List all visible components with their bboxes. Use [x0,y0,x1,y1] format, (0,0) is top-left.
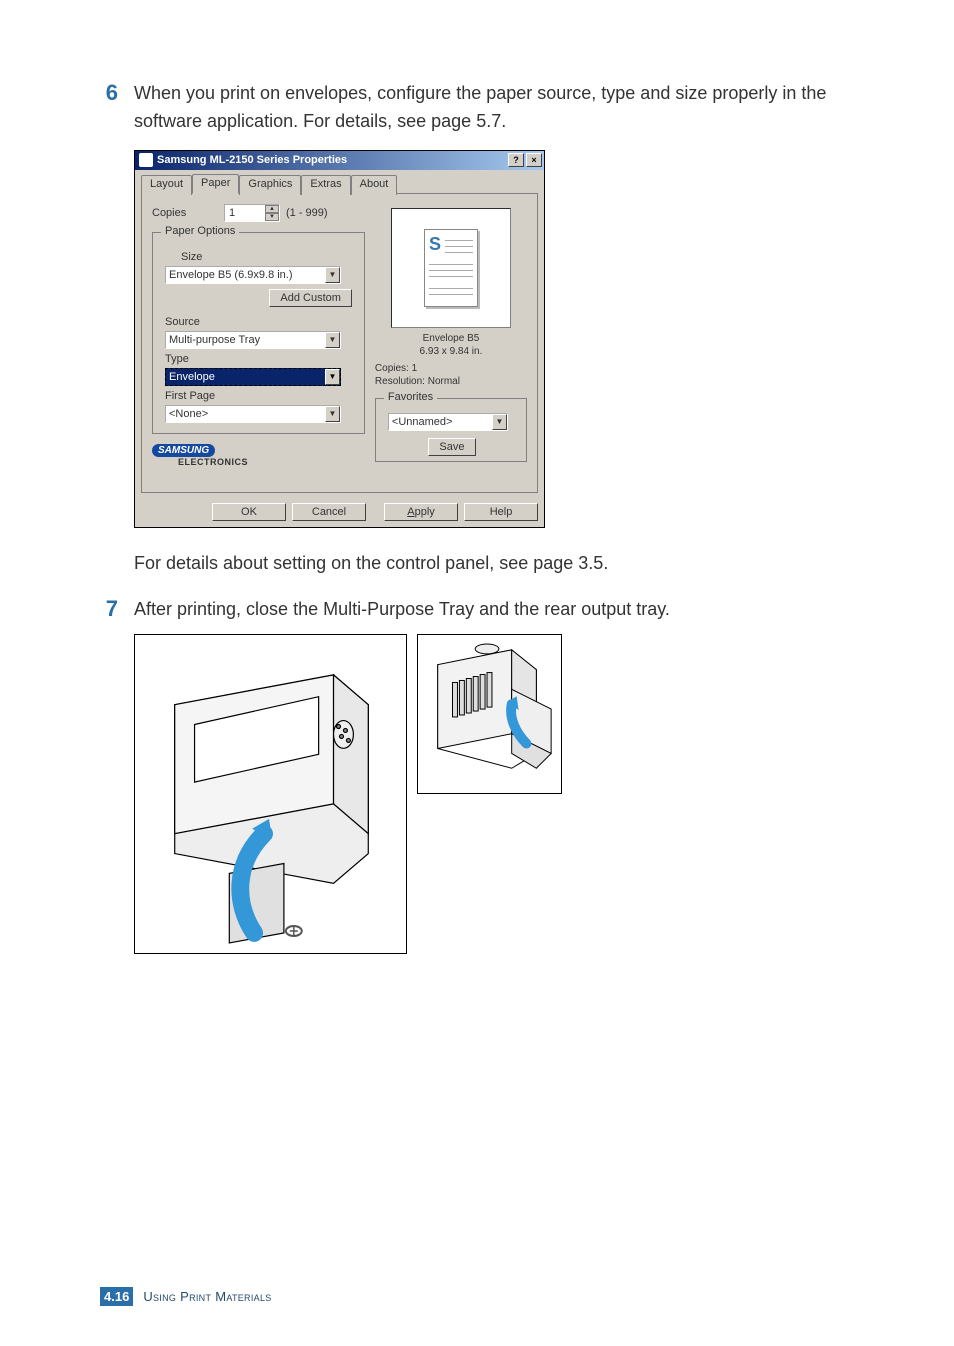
dialog-titlebar: Samsung ML-2150 Series Properties ? × [135,151,544,170]
spin-down-icon[interactable]: ▼ [265,213,279,221]
copies-input[interactable]: 1 ▲▼ [224,204,280,222]
copies-label: Copies [152,207,224,219]
tab-layout[interactable]: Layout [141,175,192,195]
preview-dims: 6.93 x 9.84 in. [375,345,527,358]
preview-name: Envelope B5 [375,332,527,345]
dialog-tabs: Layout Paper Graphics Extras About [141,174,538,194]
favorites-legend: Favorites [384,391,437,403]
size-label: Size [181,251,354,263]
spin-up-icon[interactable]: ▲ [265,205,279,213]
chevron-down-icon[interactable]: ▼ [492,414,507,430]
size-value: Envelope B5 (6.9x9.8 in.) [169,269,293,281]
illustration-row [134,634,864,954]
preview-s-icon: S [429,234,441,255]
samsung-logo: SAMSUNG [152,444,215,457]
page-preview: S [391,208,511,328]
copies-range: (1 - 999) [286,207,328,219]
app-icon [139,153,153,167]
ok-button[interactable]: OK [212,503,286,521]
tab-about[interactable]: About [351,175,398,195]
cancel-button[interactable]: Cancel [292,503,366,521]
type-label: Type [165,353,354,365]
footer-chapter: 4. [104,1289,115,1304]
source-value: Multi-purpose Tray [169,334,260,346]
tab-paper[interactable]: Paper [192,174,239,194]
tab-graphics[interactable]: Graphics [239,175,301,195]
chevron-down-icon[interactable]: ▼ [325,332,340,348]
favorites-value: <Unnamed> [392,416,453,428]
help-button[interactable]: Help [464,503,538,521]
firstpage-label: First Page [165,390,354,402]
printer-rear-illustration [417,634,562,794]
type-value: Envelope [169,371,215,383]
source-dropdown[interactable]: Multi-purpose Tray ▼ [165,331,341,349]
chevron-down-icon[interactable]: ▼ [325,369,340,385]
apply-button[interactable]: Apply [384,503,458,521]
paper-options-group: Paper Options Size Envelope B5 (6.9x9.8 … [152,232,365,434]
firstpage-value: <None> [169,408,208,420]
printer-front-illustration [134,634,407,954]
favorites-dropdown[interactable]: <Unnamed> ▼ [388,413,508,431]
dialog-title: Samsung ML-2150 Series Properties [157,154,347,166]
firstpage-dropdown[interactable]: <None> ▼ [165,405,341,423]
footer-page: 16 [115,1289,129,1304]
preview-copies: Copies: 1 [375,362,527,375]
add-custom-button[interactable]: Add Custom [269,289,352,307]
preview-resolution: Resolution: Normal [375,375,527,388]
save-button[interactable]: Save [428,438,475,456]
step7-number: 7 [100,596,118,624]
step6-note: For details about setting on the control… [134,550,864,578]
footer-title: Using Print Materials [143,1289,271,1304]
step6-number: 6 [100,80,118,136]
paper-options-legend: Paper Options [161,225,239,237]
chevron-down-icon[interactable]: ▼ [325,267,340,283]
help-icon[interactable]: ? [508,153,524,167]
chevron-down-icon[interactable]: ▼ [325,406,340,422]
step7-text: After printing, close the Multi-Purpose … [134,596,670,624]
favorites-group: Favorites <Unnamed> ▼ Save [375,398,527,462]
tab-extras[interactable]: Extras [301,175,350,195]
properties-dialog-screenshot: Samsung ML-2150 Series Properties ? × La… [134,150,545,528]
copies-value: 1 [229,207,235,219]
source-label: Source [165,316,354,328]
size-dropdown[interactable]: Envelope B5 (6.9x9.8 in.) ▼ [165,266,341,284]
electronics-label: ELECTRONICS [178,457,248,467]
page-footer: 4.16 Using Print Materials [100,1287,272,1306]
type-dropdown[interactable]: Envelope ▼ [165,368,341,386]
step6-text: When you print on envelopes, configure t… [134,80,864,136]
close-icon[interactable]: × [526,153,542,167]
